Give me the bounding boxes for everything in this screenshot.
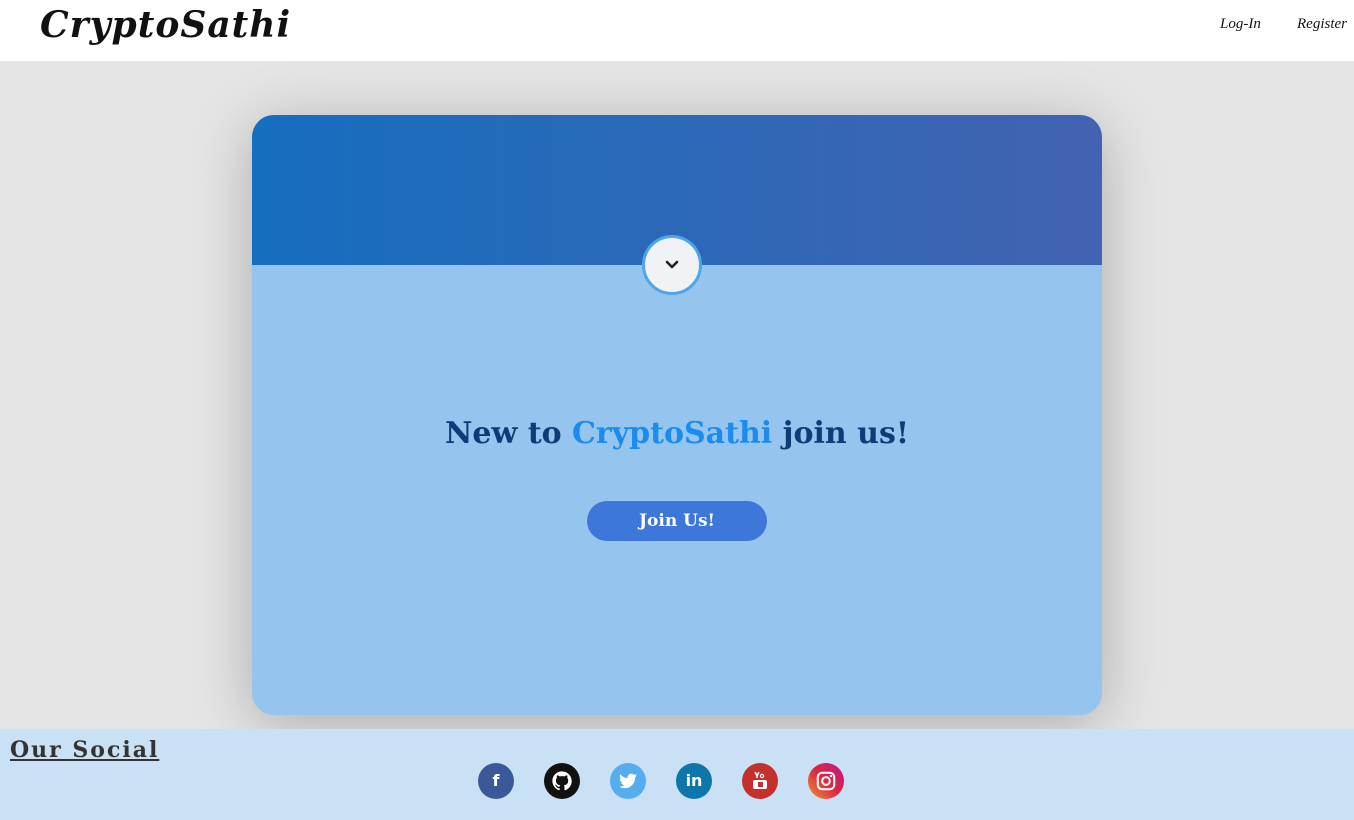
- instagram-glyph: [816, 771, 836, 791]
- facebook-glyph: f: [492, 771, 500, 790]
- navbar: CryptoSathi Log-In Register: [0, 0, 1354, 61]
- headline-suffix: join us!: [772, 416, 910, 451]
- youtube-icon[interactable]: [742, 763, 778, 799]
- twitter-icon[interactable]: [610, 763, 646, 799]
- headline-brand: CryptoSathi: [572, 416, 773, 451]
- linkedin-glyph: in: [685, 771, 703, 790]
- chevron-down-icon: [665, 260, 679, 269]
- linkedin-icon[interactable]: in: [676, 763, 712, 799]
- join-headline: New to CryptoSathi join us!: [252, 416, 1102, 451]
- github-icon[interactable]: [544, 763, 580, 799]
- footer-title: Our Social: [10, 737, 160, 763]
- toggle-button[interactable]: [642, 235, 702, 295]
- headline-prefix: New to: [444, 416, 573, 451]
- facebook-icon[interactable]: f: [478, 763, 514, 799]
- brand-logo[interactable]: CryptoSathi: [40, 4, 291, 46]
- footer: Our Social f in: [0, 729, 1354, 820]
- join-us-button[interactable]: Join Us!: [587, 501, 767, 541]
- login-link[interactable]: Log-In: [1220, 16, 1261, 33]
- youtube-glyph: [753, 771, 767, 789]
- github-glyph: [552, 771, 572, 791]
- register-link[interactable]: Register: [1297, 16, 1347, 33]
- instagram-icon[interactable]: [808, 763, 844, 799]
- twitter-glyph: [619, 773, 637, 789]
- join-card: [252, 115, 1102, 715]
